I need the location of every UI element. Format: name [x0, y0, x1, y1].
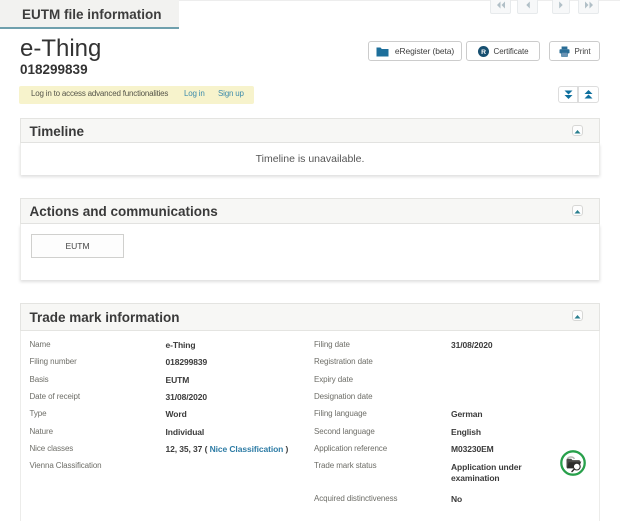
svg-text:R: R — [481, 49, 486, 56]
